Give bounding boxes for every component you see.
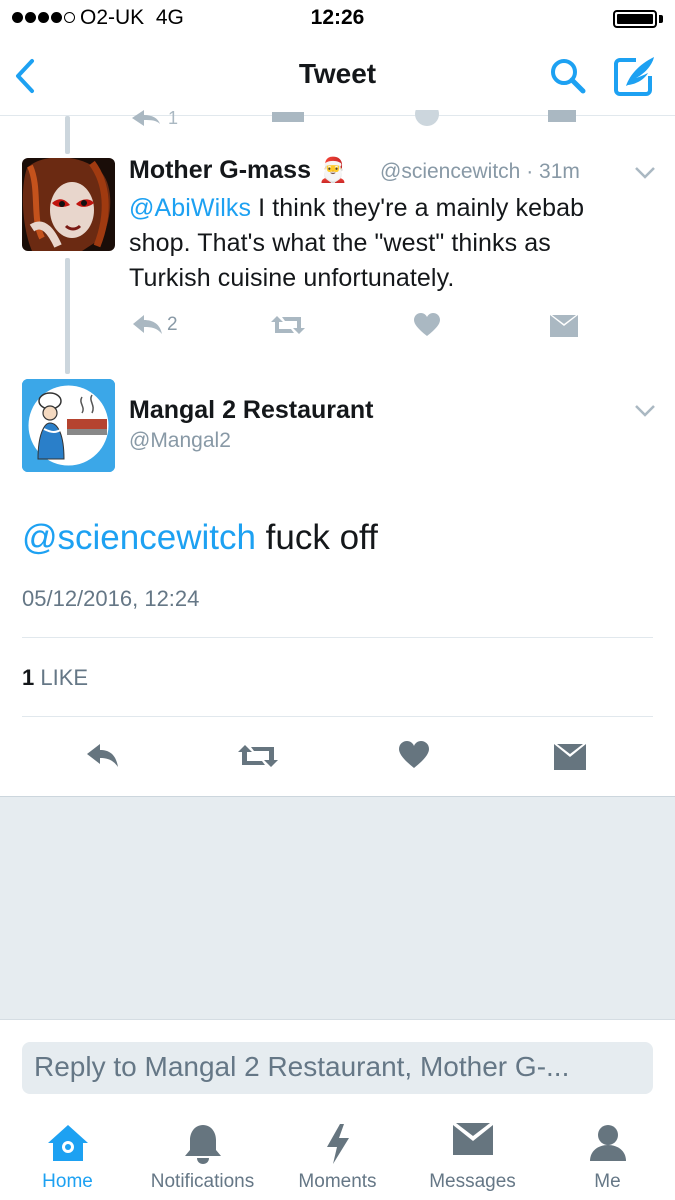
heart-icon: [414, 313, 440, 336]
tab-label: Moments: [298, 1171, 377, 1192]
tab-home[interactable]: Home: [0, 1109, 135, 1200]
compose-tweet-button[interactable]: [612, 54, 658, 98]
tweet-time: 31m: [539, 160, 580, 183]
reply-bar: Reply to Mangal 2 Restaurant, Mother G-.…: [0, 1019, 675, 1109]
divider: [22, 637, 653, 638]
profile-photo: [22, 379, 115, 472]
reply-count: 2: [167, 314, 178, 335]
direct-message-button[interactable]: [554, 744, 586, 770]
author-handle[interactable]: @sciencewitch · 31m: [380, 160, 580, 184]
tab-me[interactable]: Me: [540, 1109, 675, 1200]
reply-button[interactable]: [85, 743, 119, 769]
tab-notifications[interactable]: Notifications: [135, 1109, 270, 1200]
tweet-options-button[interactable]: [634, 404, 656, 418]
santa-emoji: 🎅: [317, 157, 348, 184]
retweet-button[interactable]: [238, 743, 278, 769]
divider: [22, 716, 653, 717]
retweet-button[interactable]: [271, 314, 305, 336]
profile-photo: [22, 158, 115, 251]
tweet-timestamp: 05/12/2016, 12:24: [22, 586, 200, 611]
envelope-icon: [550, 315, 578, 337]
status-bar: O2-UK 4G 12:26: [0, 0, 675, 38]
person-icon: [589, 1125, 626, 1161]
svg-text:1: 1: [168, 110, 178, 128]
previous-tweet-actions: 1: [0, 110, 675, 132]
lightning-icon: [326, 1124, 349, 1164]
nav-bar: Tweet: [0, 38, 675, 116]
chevron-down-icon: [635, 405, 655, 417]
thread-connector: [65, 116, 70, 154]
heart-icon: [399, 741, 429, 768]
envelope-icon: [452, 1123, 493, 1155]
tab-label: Me: [594, 1171, 621, 1192]
tab-label: Notifications: [150, 1171, 255, 1192]
like-button[interactable]: [414, 313, 440, 337]
compose-icon: [614, 57, 654, 96]
author-name[interactable]: Mother G-mass 🎅: [129, 156, 348, 185]
tab-bar: Home Notifications Moments Messages Me: [0, 1109, 675, 1200]
tab-label: Home: [42, 1171, 93, 1192]
status-time: 12:26: [310, 6, 365, 29]
search-icon: [551, 59, 586, 94]
retweet-icon: [238, 745, 278, 767]
avatar[interactable]: [22, 158, 115, 251]
bell-icon: [184, 1125, 221, 1164]
like-button[interactable]: [399, 741, 429, 769]
reply-button[interactable]: 2: [131, 314, 178, 336]
likes-count[interactable]: 1 LIKE: [22, 665, 88, 691]
author-name[interactable]: Mangal 2 Restaurant: [129, 396, 374, 425]
tab-messages[interactable]: Messages: [405, 1109, 540, 1200]
tweet-text: @AbiWilks I think they're a mainly kebab…: [129, 194, 585, 292]
retweet-icon: [271, 316, 305, 334]
author-handle[interactable]: @Mangal2: [129, 429, 231, 453]
battery-icon: [613, 10, 663, 28]
reply-icon: [133, 315, 162, 334]
search-button[interactable]: [548, 56, 588, 96]
tweet-text: @sciencewitch fuck off: [22, 518, 378, 557]
tweet-detail-screen: O2-UK 4G 12:26 Tweet 1 Mother G-mass 🎅 @…: [0, 0, 675, 1200]
reply-icon: [87, 744, 118, 767]
chevron-down-icon: [635, 167, 655, 179]
mention-link[interactable]: @AbiWilks: [129, 194, 251, 222]
tab-label: Messages: [429, 1171, 516, 1192]
tab-moments[interactable]: Moments: [270, 1109, 405, 1200]
direct-message-button[interactable]: [550, 315, 578, 337]
thread-connector: [65, 258, 70, 374]
envelope-icon: [554, 744, 586, 770]
tweet-options-button[interactable]: [634, 166, 656, 180]
home-icon: [47, 1125, 88, 1161]
mention-link[interactable]: @sciencewitch: [22, 518, 256, 557]
empty-replies-area: [0, 796, 675, 1019]
avatar[interactable]: [22, 379, 115, 472]
reply-input[interactable]: Reply to Mangal 2 Restaurant, Mother G-.…: [22, 1042, 653, 1094]
